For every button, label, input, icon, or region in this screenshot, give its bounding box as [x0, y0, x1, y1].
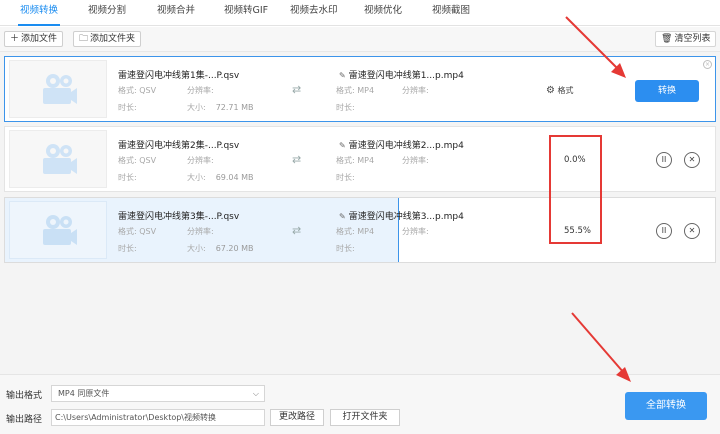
gear-icon: ⚙ — [546, 85, 555, 96]
pencil-icon: ✎ — [339, 71, 346, 80]
video-thumbnail — [9, 201, 107, 259]
output-duration: 时长: — [336, 244, 355, 253]
tab-video-to-gif[interactable]: 视频转GIF — [224, 0, 268, 26]
tab-video-optimize[interactable]: 视频优化 — [364, 0, 402, 26]
output-settings-panel: 输出格式 MP4 同原文件 ⌵ 输出路径 C:\Users\Administra… — [0, 374, 720, 434]
convert-button[interactable]: 转换 — [635, 80, 699, 102]
file-row[interactable]: 雷速登闪电冲线第2集-...P.qsv 格式: QSV 分辨率: 时长: 大小:… — [4, 126, 716, 192]
output-resolution: 分辨率: — [402, 156, 429, 165]
source-format: 格式: QSV — [118, 156, 157, 165]
output-format-label: 输出格式 — [6, 391, 43, 401]
change-path-button[interactable]: 更改路径 — [270, 409, 324, 426]
output-path-field[interactable]: C:\Users\Administrator\Desktop\视频转换 — [51, 409, 265, 426]
file-row[interactable]: 雷速登闪电冲线第1集-...P.qsv 格式: QSV 分辨率: 时长: 大小:… — [4, 56, 716, 122]
file-list: 雷速登闪电冲线第1集-...P.qsv 格式: QSV 分辨率: 时长: 大小:… — [0, 52, 720, 374]
pencil-icon: ✎ — [339, 141, 346, 150]
tab-video-watermark[interactable]: 视频去水印 — [290, 0, 338, 26]
source-file-name: 雷速登闪电冲线第2集-...P.qsv — [118, 141, 240, 151]
output-format-value: MP4 同原文件 — [58, 389, 110, 398]
source-format: 格式: QSV — [118, 227, 157, 236]
output-file-name[interactable]: ✎ 雷速登闪电冲线第2...p.mp4 — [339, 138, 464, 151]
chevron-down-icon: ⌵ — [252, 389, 259, 398]
source-format: 格式: QSV — [118, 86, 157, 95]
output-resolution: 分辨率: — [402, 86, 429, 95]
source-duration: 时长: — [118, 244, 137, 253]
annotation-highlight-box — [549, 135, 602, 244]
output-format: 格式: MP4 — [336, 86, 375, 95]
file-row[interactable]: 雷速登闪电冲线第3集-...P.qsv 格式: QSV 分辨率: 时长: 大小:… — [4, 197, 716, 263]
shuffle-icon: ⇄ — [292, 224, 302, 237]
open-folder-button[interactable]: 打开文件夹 — [330, 409, 400, 426]
pause-icon: II — [661, 226, 667, 235]
trash-icon: 🗑 — [661, 34, 673, 44]
video-thumbnail — [9, 130, 107, 188]
pause-button[interactable]: II — [656, 223, 672, 239]
video-camera-icon — [43, 215, 77, 245]
tab-video-merge[interactable]: 视频合并 — [157, 0, 195, 26]
pause-button[interactable]: II — [656, 152, 672, 168]
cancel-button[interactable]: ✕ — [684, 152, 700, 168]
source-resolution: 分辨率: — [187, 227, 214, 236]
video-camera-icon — [43, 144, 77, 174]
shuffle-icon: ⇄ — [292, 153, 302, 166]
video-thumbnail — [9, 60, 107, 118]
source-resolution: 分辨率: — [187, 156, 214, 165]
plus-icon: ＋ — [10, 34, 20, 44]
output-format-select[interactable]: MP4 同原文件 ⌵ — [51, 385, 265, 402]
tab-bar: 视频转换 视频分割 视频合并 视频转GIF 视频去水印 视频优化 视频截图 — [0, 0, 720, 26]
video-camera-icon — [43, 74, 77, 104]
output-duration: 时长: — [336, 103, 355, 112]
output-path-label: 输出路径 — [6, 415, 43, 425]
add-folder-label: 添加文件夹 — [90, 34, 136, 44]
output-format: 格式: MP4 — [336, 156, 375, 165]
source-file-name: 雷速登闪电冲线第1集-...P.qsv — [118, 71, 240, 81]
source-size: 大小: 69.04 MB — [187, 173, 254, 182]
remove-row-icon[interactable]: × — [703, 60, 712, 69]
cancel-button[interactable]: ✕ — [684, 223, 700, 239]
add-file-label: 添加文件 — [21, 34, 58, 44]
toolbar: ＋添加文件 🗀 添加文件夹 🗑 清空列表 — [0, 27, 720, 52]
clear-list-label: 清空列表 — [674, 34, 711, 44]
pencil-icon: ✎ — [339, 212, 346, 221]
format-settings-button[interactable]: ⚙ 格式 — [546, 85, 574, 96]
tab-video-convert[interactable]: 视频转换 — [17, 0, 61, 26]
close-icon: ✕ — [688, 155, 696, 164]
convert-all-button[interactable]: 全部转换 — [625, 392, 707, 420]
pause-icon: II — [661, 155, 667, 164]
add-file-button[interactable]: ＋添加文件 — [4, 31, 64, 47]
close-icon: ✕ — [688, 226, 696, 235]
source-size: 大小: 67.20 MB — [187, 244, 254, 253]
output-format: 格式: MP4 — [336, 227, 375, 236]
clear-list-button[interactable]: 🗑 清空列表 — [655, 31, 717, 47]
source-resolution: 分辨率: — [187, 86, 214, 95]
source-file-name: 雷速登闪电冲线第3集-...P.qsv — [118, 212, 240, 222]
tab-video-screenshot[interactable]: 视频截图 — [432, 0, 470, 26]
folder-icon: 🗀 — [79, 34, 89, 44]
add-folder-button[interactable]: 🗀 添加文件夹 — [73, 31, 142, 47]
tab-video-split[interactable]: 视频分割 — [88, 0, 126, 26]
output-resolution: 分辨率: — [402, 227, 429, 236]
source-duration: 时长: — [118, 173, 137, 182]
output-duration: 时长: — [336, 173, 355, 182]
source-size: 大小: 72.71 MB — [187, 103, 254, 112]
shuffle-icon: ⇄ — [292, 83, 302, 96]
output-file-name[interactable]: ✎ 雷速登闪电冲线第3...p.mp4 — [339, 209, 464, 222]
source-duration: 时长: — [118, 103, 137, 112]
output-file-name[interactable]: ✎ 雷速登闪电冲线第1...p.mp4 — [339, 68, 464, 81]
